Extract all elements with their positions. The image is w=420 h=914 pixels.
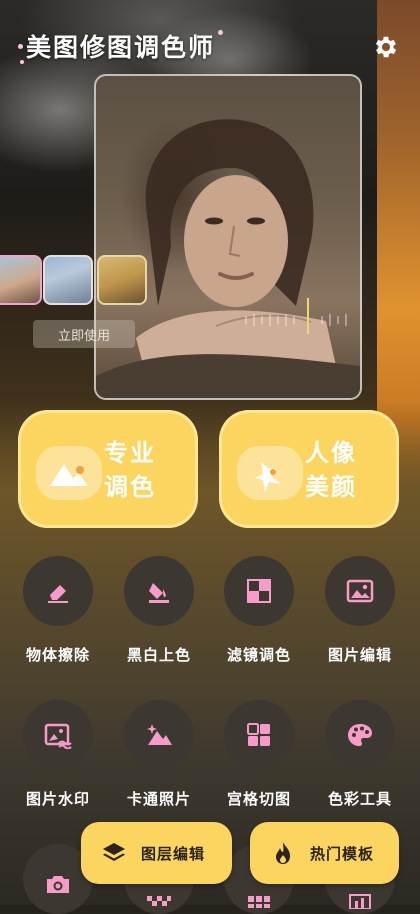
flame-icon <box>276 842 290 864</box>
title-sparkle-dot <box>218 30 223 35</box>
paint-bucket-icon <box>124 556 194 626</box>
tool-label: 图片编辑 <box>327 646 392 664</box>
title-sparkle-dot <box>18 44 23 49</box>
checker-icon <box>224 556 294 626</box>
tool-label: 黑白上色 <box>126 646 191 664</box>
app-title: 美图修图调色师 <box>26 33 216 62</box>
image-watermark-icon <box>23 700 93 770</box>
sparkle-mountain-icon <box>124 700 194 770</box>
image-icon <box>325 556 395 626</box>
filter-thumbnail[interactable] <box>97 255 147 305</box>
gear-icon[interactable] <box>372 33 400 61</box>
eraser-icon <box>23 556 93 626</box>
label-line: 人像 <box>305 439 357 467</box>
pro-color-grading-label: 专业 调色 <box>104 436 156 504</box>
photo-preview[interactable] <box>94 74 362 400</box>
layers-icon <box>103 843 125 861</box>
hot-templates-button[interactable]: 热门模板 <box>250 822 399 884</box>
use-now-button[interactable]: 立即使用 <box>33 320 135 348</box>
portrait-beauty-button[interactable]: 人像 美颜 <box>219 410 399 528</box>
beauty-icon <box>237 446 303 500</box>
layer-edit-label: 图层编辑 <box>141 844 206 863</box>
tool-label: 滤镜调色 <box>226 646 291 664</box>
hot-templates-label: 热门模板 <box>310 844 375 863</box>
pro-color-grading-button[interactable]: 专业 调色 <box>18 410 198 528</box>
tool-label: 色彩工具 <box>327 790 392 808</box>
grid-icon <box>224 700 294 770</box>
filter-thumbnail[interactable] <box>0 255 42 305</box>
portrait-image <box>96 119 360 398</box>
tool-label: 物体擦除 <box>25 646 90 664</box>
filter-thumbnail[interactable] <box>43 255 93 305</box>
tool-label: 图片水印 <box>25 790 90 808</box>
label-line: 专业 <box>104 439 156 467</box>
mountain-icon <box>36 446 102 500</box>
tool-label: 卡通照片 <box>126 790 191 808</box>
title-sparkle-dot <box>20 60 24 64</box>
label-line: 调色 <box>104 473 156 501</box>
label-line: 美颜 <box>305 473 357 501</box>
portrait-beauty-label: 人像 美颜 <box>305 436 357 504</box>
layer-edit-button[interactable]: 图层编辑 <box>81 822 232 884</box>
palette-icon <box>325 700 395 770</box>
tool-label: 宫格切图 <box>226 790 291 808</box>
